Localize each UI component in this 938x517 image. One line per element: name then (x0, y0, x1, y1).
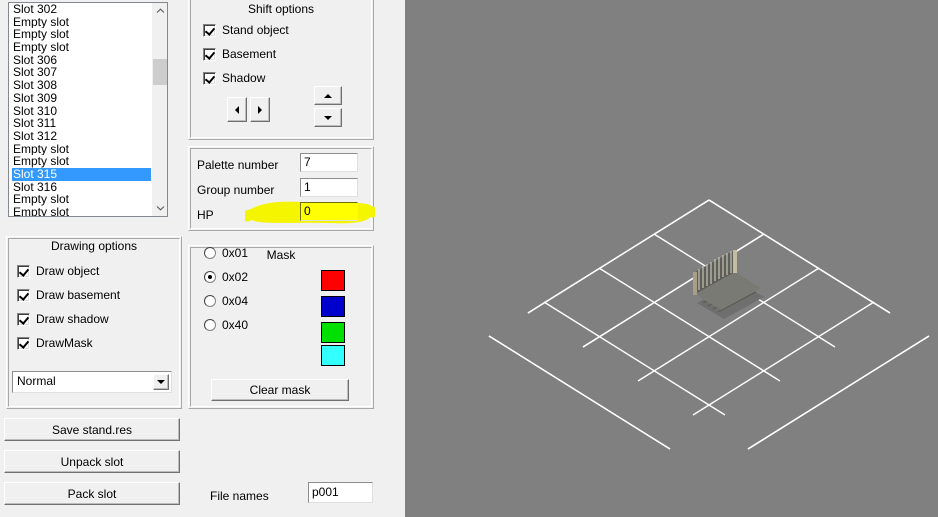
slot-list-item[interactable]: Slot 302 (12, 3, 151, 16)
shift-up-button[interactable] (314, 86, 342, 105)
palette-number-input[interactable]: 7 (300, 153, 358, 172)
checkbox-shadow-label: Shadow (222, 71, 266, 85)
chevron-down-icon[interactable] (152, 200, 167, 216)
slot-list-item[interactable]: Slot 316 (12, 181, 151, 194)
arrow-right-icon (258, 105, 262, 114)
checkbox-basement[interactable]: Basement (203, 47, 276, 61)
arrow-left-icon (235, 105, 239, 114)
file-names-label: File names (210, 489, 269, 503)
checkbox-draw-basement-label: Draw basement (36, 288, 121, 302)
checkbox-draw-shadow[interactable]: Draw shadow (17, 312, 109, 326)
shift-left-button[interactable] (227, 97, 247, 122)
checkbox-draw-object-label: Draw object (36, 264, 100, 278)
checkbox-stand-object[interactable]: Stand object (203, 23, 289, 37)
draw-mode-combobox[interactable]: Normal (12, 371, 172, 393)
slot-list-item[interactable]: Slot 308 (12, 79, 151, 92)
palette-number-label: Palette number (197, 158, 279, 172)
radio-mask-0x04-label: 0x04 (222, 294, 249, 308)
checkbox-shadow[interactable]: Shadow (203, 71, 265, 85)
group-number-input[interactable]: 1 (300, 178, 358, 197)
slot-list-item[interactable]: Slot 307 (12, 66, 151, 79)
slot-list-item[interactable]: Slot 306 (12, 54, 151, 67)
chevron-up-icon[interactable] (152, 3, 167, 19)
checkbox-shadow-box[interactable] (203, 71, 216, 85)
radio-mask-0x40-label: 0x40 (222, 318, 249, 332)
slot-list-item[interactable]: Empty slot (12, 28, 151, 41)
radio-mask-0x04[interactable]: 0x04 (204, 294, 248, 308)
checkbox-basement-box[interactable] (203, 47, 216, 61)
slot-list-item[interactable]: Empty slot (12, 206, 151, 216)
hp-label: HP (197, 208, 214, 222)
radio-mask-0x02-circle[interactable] (204, 271, 216, 283)
radio-mask-0x40[interactable]: 0x40 (204, 318, 248, 332)
chevron-up-glyph (156, 8, 164, 13)
checkbox-draw-mask-label: DrawMask (36, 336, 93, 350)
pack-slot-button[interactable]: Pack slot (4, 482, 180, 505)
group-number-label: Group number (197, 183, 275, 197)
slot-list-item[interactable]: Slot 310 (12, 105, 151, 118)
checkbox-draw-mask[interactable]: DrawMask (17, 336, 93, 350)
slot-list-item[interactable]: Slot 315 (12, 167, 151, 181)
radio-mask-0x01-circle[interactable] (204, 247, 216, 259)
checkbox-draw-object-box[interactable] (17, 264, 30, 278)
shift-down-button[interactable] (314, 108, 342, 127)
mask-color-swatch-blue[interactable] (321, 296, 345, 317)
hp-input[interactable]: 0 (300, 202, 358, 221)
unpack-slot-button-label: Unpack slot (60, 454, 124, 469)
radio-mask-0x01[interactable]: 0x01 (204, 246, 248, 260)
drawing-options-title: Drawing options (50, 239, 138, 253)
save-stand-res-button-label: Save stand.res (51, 422, 133, 437)
file-names-input[interactable]: p001 (308, 482, 373, 503)
slot-list-item[interactable]: Slot 311 (12, 117, 151, 130)
arrow-down-icon (324, 115, 332, 120)
checkbox-draw-shadow-box[interactable] (17, 312, 30, 326)
shift-options-title: Shift options (247, 2, 315, 16)
checkbox-draw-object[interactable]: Draw object (17, 264, 99, 278)
radio-mask-0x40-circle[interactable] (204, 319, 216, 331)
checkbox-stand-object-box[interactable] (203, 23, 216, 37)
radio-mask-0x01-label: 0x01 (222, 246, 249, 260)
slot-list-item[interactable]: Empty slot (12, 16, 151, 29)
stand-object-editor-window: Slot 302 Empty slot Empty slot Empty slot Sl… (0, 0, 938, 517)
slot-list-item[interactable]: Slot 309 (12, 92, 151, 105)
slot-list-items[interactable]: Slot 302 Empty slot Empty slot Empty slot Sl… (9, 3, 151, 216)
clear-mask-button[interactable]: Clear mask (211, 379, 349, 401)
shift-options-group (188, 0, 374, 140)
slot-list[interactable]: Slot 302 Empty slot Empty slot Empty slot Sl… (8, 2, 168, 217)
chevron-down-glyph (156, 206, 164, 211)
save-stand-res-button[interactable]: Save stand.res (4, 418, 180, 441)
checkbox-basement-label: Basement (222, 47, 277, 61)
checkbox-draw-mask-box[interactable] (17, 336, 30, 350)
slot-list-scrollbar[interactable] (151, 3, 167, 216)
slot-list-scroll-thumb[interactable] (153, 59, 167, 85)
radio-mask-0x02[interactable]: 0x02 (204, 270, 248, 284)
unpack-slot-button[interactable]: Unpack slot (4, 450, 180, 473)
radio-mask-0x02-label: 0x02 (222, 270, 249, 284)
clear-mask-button-label: Clear mask (249, 383, 311, 397)
radio-mask-0x04-circle[interactable] (204, 295, 216, 307)
fence-post-left (693, 272, 697, 295)
chevron-down-icon[interactable] (153, 374, 169, 390)
arrow-up-icon (324, 93, 332, 98)
mask-color-swatch-cyan[interactable] (321, 345, 345, 366)
viewport-background (405, 0, 938, 517)
checkbox-draw-shadow-label: Draw shadow (36, 312, 109, 326)
slot-list-item[interactable]: Slot 312 (12, 130, 151, 143)
pack-slot-button-label: Pack slot (67, 486, 117, 501)
slot-list-item[interactable]: Empty slot (12, 193, 151, 206)
fence-post-right (733, 250, 737, 273)
viewport-canvas (405, 0, 938, 517)
3d-viewport[interactable] (405, 0, 938, 517)
slot-list-item[interactable]: Empty slot (12, 155, 151, 168)
draw-mode-value: Normal (17, 374, 56, 388)
slot-list-item[interactable]: Empty slot (12, 41, 151, 54)
mask-color-swatch-green[interactable] (321, 322, 345, 343)
checkbox-draw-basement[interactable]: Draw basement (17, 288, 120, 302)
checkbox-draw-basement-box[interactable] (17, 288, 30, 302)
chevron-down-glyph (157, 380, 165, 384)
checkbox-stand-object-label: Stand object (222, 23, 289, 37)
mask-color-swatch-red[interactable] (321, 270, 345, 291)
slot-list-item[interactable]: Empty slot (12, 143, 151, 156)
shift-right-button[interactable] (250, 97, 270, 122)
